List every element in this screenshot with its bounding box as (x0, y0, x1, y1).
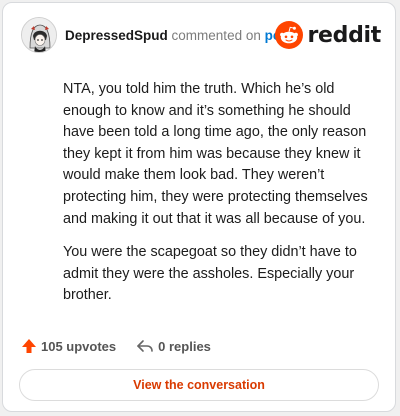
action-text: commented on (171, 28, 261, 43)
reply-arrow-icon (137, 340, 153, 352)
username[interactable]: DepressedSpud (65, 28, 168, 43)
brand-wordmark: reddit (307, 22, 381, 48)
comment-card: DepressedSpud commented on post reddit N… (2, 2, 396, 412)
reddit-logo[interactable]: reddit (275, 20, 381, 50)
anime-avatar-icon (22, 18, 56, 52)
comment-byline: DepressedSpud commented on post (65, 28, 293, 43)
comment-paragraph: You were the scapegoat so they didn’t ha… (63, 244, 357, 304)
comment-body: NTA, you told him the truth. Which he’s … (63, 79, 369, 319)
reddit-snoo-icon (275, 21, 304, 49)
view-conversation-button[interactable]: View the conversation (19, 369, 379, 401)
arrow-up-icon (22, 339, 36, 353)
view-conversation-label: View the conversation (133, 378, 265, 392)
comment-actions: 105 upvotes 0 replies (21, 335, 211, 357)
reply-button[interactable]: 0 replies (136, 338, 211, 354)
upvote-count: 105 upvotes (41, 338, 117, 354)
upvote-button[interactable]: 105 upvotes (21, 338, 116, 354)
comment-header: DepressedSpud commented on post reddit (21, 17, 381, 57)
comment-paragraph: NTA, you told him the truth. Which he’s … (63, 81, 368, 227)
reply-count: 0 replies (158, 338, 211, 354)
avatar[interactable] (21, 17, 57, 53)
